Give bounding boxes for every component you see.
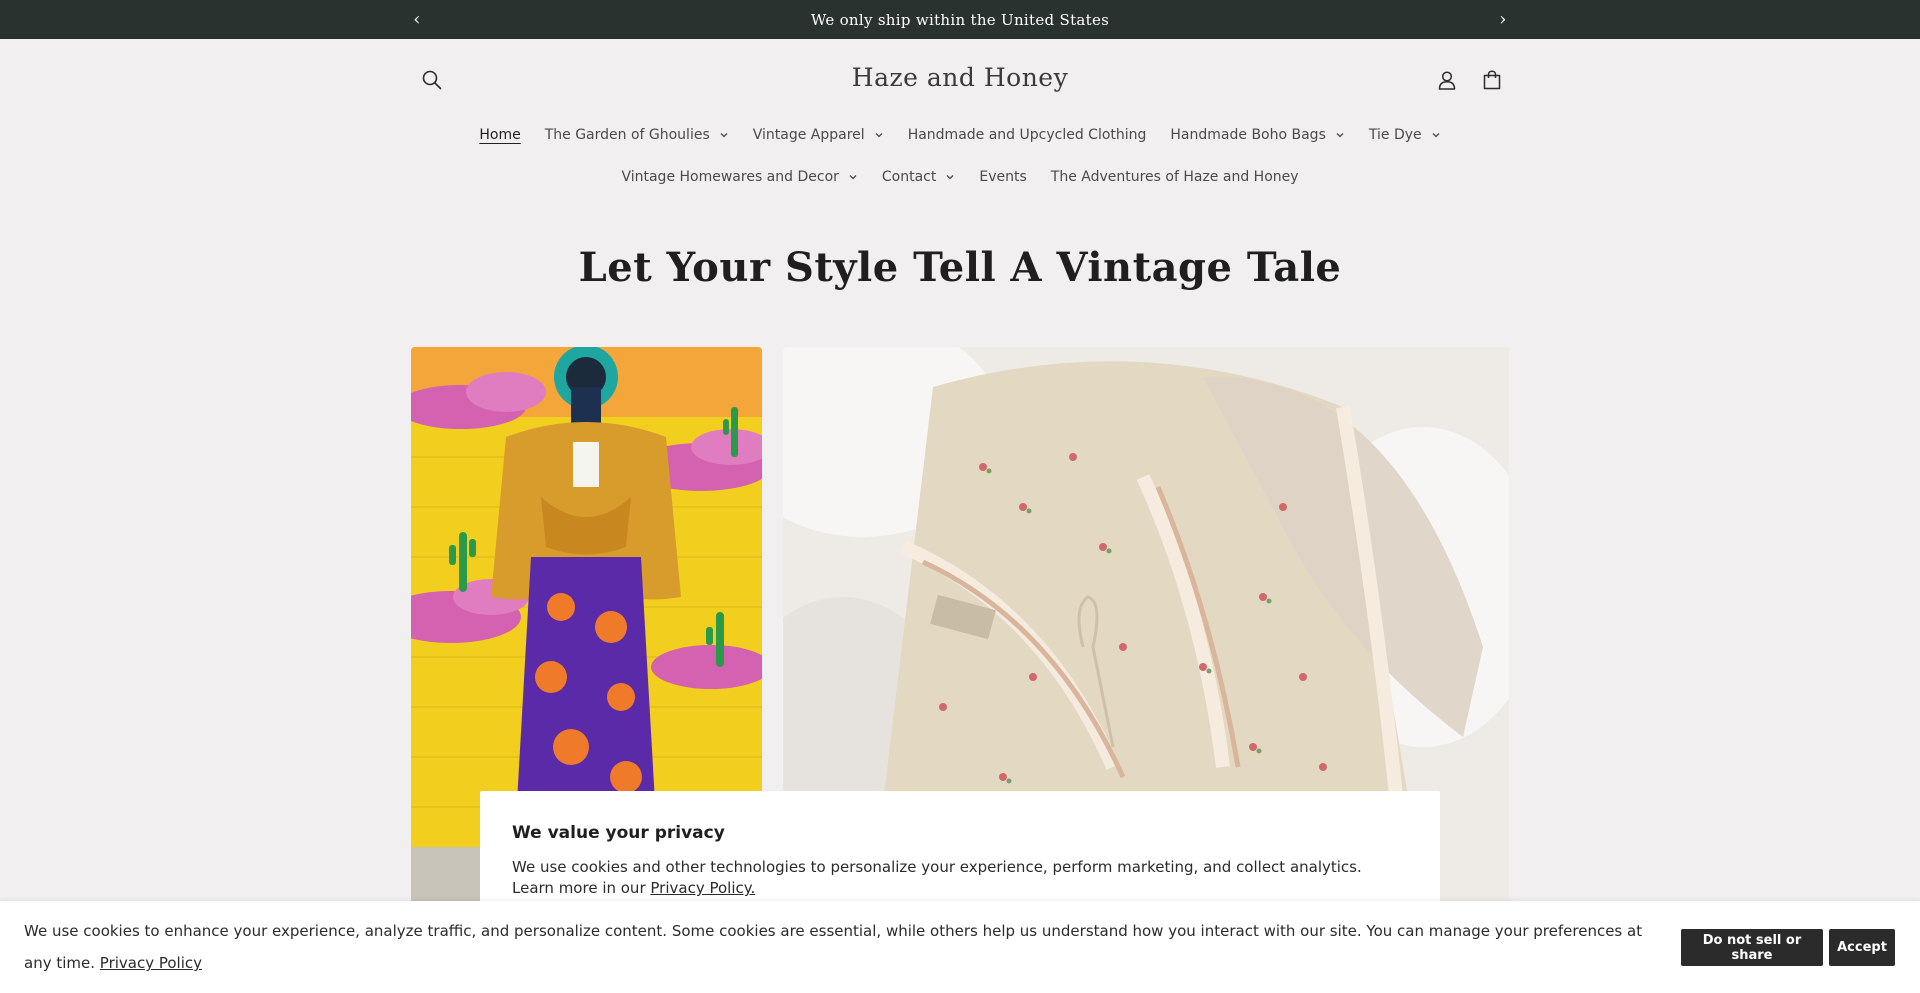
nav-item-label: Vintage Apparel [752, 127, 865, 143]
nav-item-label: Home [479, 127, 521, 143]
chevron-down-icon [1432, 133, 1440, 138]
chevron-down-icon [875, 133, 883, 138]
nav-item-label: Vintage Homewares and Decor [621, 169, 839, 185]
nav-item-events[interactable]: Events [967, 169, 1038, 185]
cookie-consent-text: We use cookies to enhance your experienc… [24, 915, 1664, 979]
chevron-down-icon [849, 175, 857, 180]
nav-item-adventures[interactable]: The Adventures of Haze and Honey [1039, 169, 1311, 185]
cookie-consent-body: We use cookies to enhance your experienc… [24, 922, 1643, 972]
nav-item-label: Contact [881, 169, 937, 185]
site-header: Haze and Honey [0, 39, 1920, 121]
cart-icon [1483, 70, 1501, 90]
account-icon [1438, 71, 1456, 90]
privacy-modal-title: We value your privacy [512, 823, 725, 843]
nav-item-homewares-decor[interactable]: Vintage Homewares and Decor [609, 169, 869, 185]
chevron-left-icon: ‹ [413, 9, 421, 30]
chevron-down-icon [720, 133, 728, 138]
announcement-next-button[interactable]: › [1488, 0, 1518, 39]
cart-button[interactable] [1474, 62, 1510, 98]
nav-item-label: Handmade Boho Bags [1170, 127, 1326, 143]
search-icon [422, 70, 442, 90]
hero-title: Let Your Style Tell A Vintage Tale [578, 244, 1342, 291]
cookie-privacy-policy-link[interactable]: Privacy Policy [100, 954, 202, 972]
nav-item-home[interactable]: Home [467, 127, 532, 143]
privacy-modal-body: We use cookies and other technologies to… [512, 858, 1362, 897]
account-button[interactable] [1429, 62, 1465, 98]
chevron-down-icon [946, 175, 954, 180]
announcement-bar: ‹ We only ship within the United States … [0, 0, 1920, 39]
announcement-prev-button[interactable]: ‹ [402, 0, 432, 39]
nav-item-garden-of-ghoulies[interactable]: The Garden of Ghoulies [533, 127, 741, 143]
nav-item-contact[interactable]: Contact [870, 169, 967, 185]
accept-cookies-button[interactable]: Accept [1829, 929, 1895, 966]
privacy-policy-link[interactable]: Privacy Policy. [650, 879, 755, 897]
nav-item-label: The Adventures of Haze and Honey [1050, 169, 1299, 185]
announcement-text: We only ship within the United States [810, 10, 1110, 29]
chevron-right-icon: › [1499, 9, 1507, 30]
nav-item-label: Handmade and Upcycled Clothing [907, 127, 1147, 143]
chevron-down-icon [1336, 133, 1344, 138]
do-not-sell-button[interactable]: Do not sell or share [1681, 929, 1823, 966]
nav-item-handmade-upcycled[interactable]: Handmade and Upcycled Clothing [896, 127, 1159, 143]
site-logo[interactable]: Haze and Honey [760, 63, 1160, 92]
nav-item-label: Events [979, 169, 1027, 185]
nav-item-boho-bags[interactable]: Handmade Boho Bags [1158, 127, 1356, 143]
privacy-modal-text: We use cookies and other technologies to… [512, 857, 1408, 899]
main-nav-row-2: Vintage Homewares and Decor Contact Even… [0, 164, 1920, 190]
nav-item-vintage-apparel[interactable]: Vintage Apparel [741, 127, 896, 143]
nav-item-label: Tie Dye [1368, 127, 1422, 143]
main-nav-row-1: Home The Garden of Ghoulies Vintage Appa… [0, 122, 1920, 148]
cookie-consent-bar: We use cookies to enhance your experienc… [0, 901, 1920, 993]
nav-item-label: The Garden of Ghoulies [544, 127, 710, 143]
search-button[interactable] [414, 62, 450, 98]
nav-item-tie-dye[interactable]: Tie Dye [1357, 127, 1453, 143]
